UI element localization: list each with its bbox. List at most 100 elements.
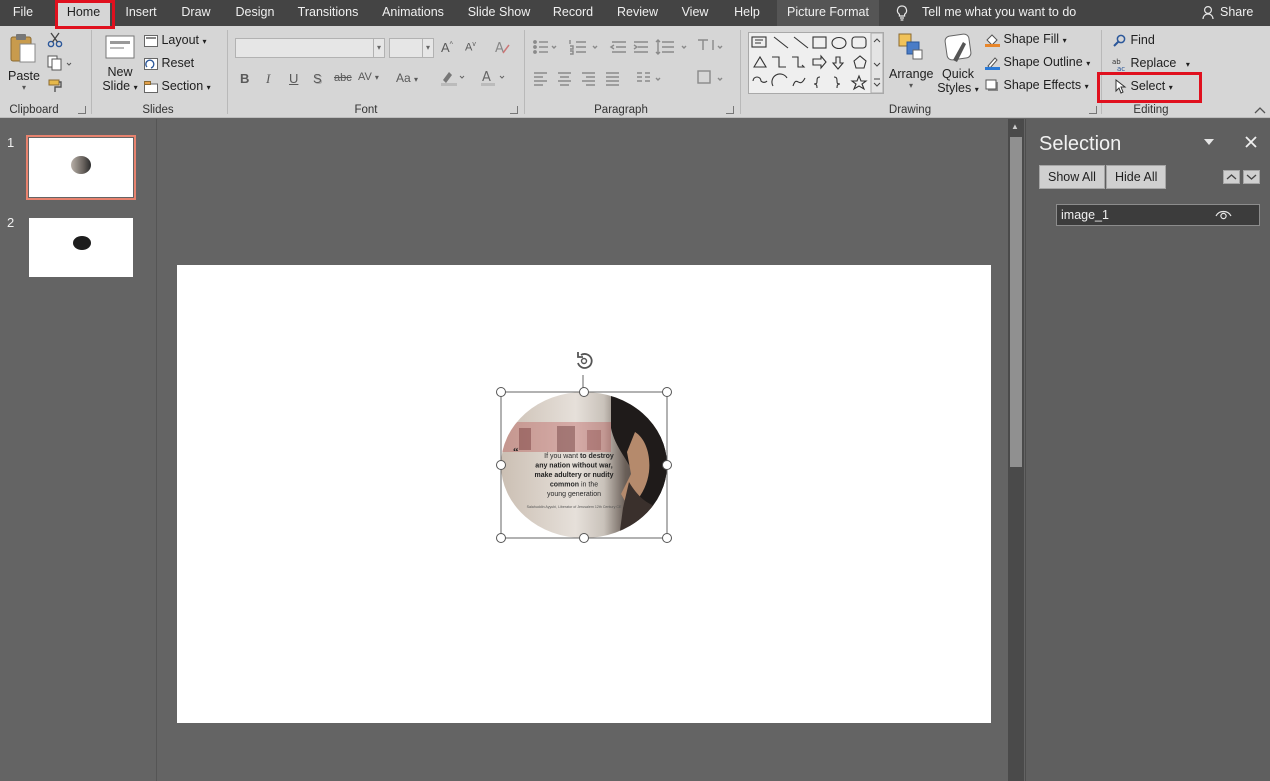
clipboard-launcher-icon[interactable] xyxy=(78,106,86,114)
tab-review[interactable]: Review xyxy=(610,0,665,26)
paragraph-controls-icon[interactable] xyxy=(532,38,732,96)
share-button[interactable]: Share xyxy=(1220,0,1253,26)
show-all-button[interactable]: Show All xyxy=(1039,165,1105,189)
resize-handle-right[interactable] xyxy=(662,460,672,470)
select-button[interactable]: Select ▾ xyxy=(1114,79,1173,94)
picture-image-1[interactable]: “ If you want to destroy any nation with… xyxy=(496,352,672,543)
home-ribbon: Paste ▾ Clipboard New Slide ▾ Layout ▾ R… xyxy=(0,26,1270,118)
shapes-gallery-icons[interactable] xyxy=(749,32,884,94)
tab-view[interactable]: View xyxy=(676,0,714,26)
slide-thumbnail-2[interactable] xyxy=(29,218,133,277)
replace-button[interactable]: ab ac Replace ▾ xyxy=(1112,56,1190,71)
tab-picture-format[interactable]: Picture Format xyxy=(777,0,879,26)
tab-animations[interactable]: Animations xyxy=(376,0,450,26)
resize-handle-bottom-left[interactable] xyxy=(496,533,506,543)
close-icon[interactable] xyxy=(1245,136,1257,148)
collapse-ribbon-icon[interactable] xyxy=(1254,106,1266,114)
font-launcher-icon[interactable] xyxy=(510,106,518,114)
send-backward-button[interactable] xyxy=(1243,170,1260,184)
decrease-font-size-icon[interactable]: Av xyxy=(465,41,476,54)
text-shadow-button[interactable]: S xyxy=(313,71,322,86)
lightbulb-icon xyxy=(896,5,908,21)
tell-me-search[interactable]: Tell me what you want to do xyxy=(922,0,1076,26)
cut-icon[interactable] xyxy=(47,32,63,48)
resize-handle-bottom-right[interactable] xyxy=(662,533,672,543)
resize-handle-top[interactable] xyxy=(579,387,589,397)
reset-button[interactable]: Reset xyxy=(144,56,194,70)
change-case-button[interactable]: Aa ▾ xyxy=(396,71,418,85)
shape-effects-button[interactable]: Shape Effects ▾ xyxy=(985,78,1089,93)
arrange-button[interactable]: Arrange ▾ xyxy=(889,32,933,90)
tab-design[interactable]: Design xyxy=(228,0,282,26)
hide-all-button[interactable]: Hide All xyxy=(1106,165,1167,189)
underline-button[interactable]: U xyxy=(289,71,298,86)
clear-formatting-icon[interactable]: A xyxy=(494,39,510,55)
rotate-handle-icon[interactable] xyxy=(572,349,596,373)
drawing-launcher-icon[interactable] xyxy=(1089,106,1097,114)
font-color-icon[interactable]: A xyxy=(480,69,506,87)
arrange-label: Arrange xyxy=(889,67,934,81)
section-dropdown-arrow: ▾ xyxy=(206,83,211,92)
visibility-eye-icon[interactable] xyxy=(1215,209,1232,221)
slides-group-label: Slides xyxy=(142,104,174,116)
bring-forward-button[interactable] xyxy=(1223,170,1240,184)
font-size-combobox[interactable]: ▾ xyxy=(389,38,434,58)
font-group-label: Font xyxy=(354,104,378,116)
copy-icon[interactable] xyxy=(47,55,73,71)
shape-effects-icon xyxy=(985,79,998,91)
shape-fill-button[interactable]: Shape Fill ▾ xyxy=(985,32,1067,47)
resize-handle-top-left[interactable] xyxy=(496,387,506,397)
resize-handle-bottom[interactable] xyxy=(579,533,589,543)
shape-outline-label: Shape Outline xyxy=(1003,55,1083,69)
highlight-color-icon[interactable] xyxy=(440,69,466,87)
font-size-dropdown-arrow[interactable]: ▾ xyxy=(422,39,433,57)
tab-file[interactable]: File xyxy=(4,0,42,26)
resize-handle-top-right[interactable] xyxy=(662,387,672,397)
section-button[interactable]: Section ▾ xyxy=(144,79,211,93)
quick-styles-button[interactable]: Quick Styles ▾ xyxy=(935,32,981,95)
shape-fill-dropdown-arrow: ▾ xyxy=(1062,36,1067,45)
layout-button[interactable]: Layout ▾ xyxy=(144,33,207,47)
tab-draw[interactable]: Draw xyxy=(176,0,216,26)
selection-item-label: image_1 xyxy=(1061,208,1109,222)
tab-record[interactable]: Record xyxy=(548,0,598,26)
font-name-combobox[interactable]: ▾ xyxy=(235,38,385,58)
bold-button[interactable]: B xyxy=(240,71,249,86)
pane-options-dropdown-icon[interactable] xyxy=(1204,139,1214,147)
quick-styles-label-line1: Quick xyxy=(942,67,974,81)
scroll-up-arrow-icon[interactable]: ▲ xyxy=(1011,122,1019,131)
tab-home[interactable]: Home xyxy=(57,0,110,26)
shape-effects-dropdown-arrow: ▾ xyxy=(1084,82,1089,91)
tab-transitions[interactable]: Transitions xyxy=(292,0,364,26)
character-spacing-button[interactable]: AV ▾ xyxy=(358,71,379,83)
paragraph-group-label: Paragraph xyxy=(594,104,648,116)
tab-insert[interactable]: Insert xyxy=(118,0,164,26)
shape-outline-button[interactable]: Shape Outline ▾ xyxy=(985,55,1090,70)
slide-number-2: 2 xyxy=(7,215,15,230)
shapes-gallery[interactable] xyxy=(748,32,884,94)
strikethrough-button[interactable]: abc xyxy=(334,72,352,84)
format-painter-icon[interactable] xyxy=(47,78,63,94)
current-slide[interactable]: “ If you want to destroy any nation with… xyxy=(177,265,991,723)
slide-thumbnail-pane: 1 2 xyxy=(0,119,157,781)
tab-help[interactable]: Help xyxy=(727,0,767,26)
canvas-vertical-scrollbar[interactable]: ▲ xyxy=(1008,119,1024,781)
paragraph-launcher-icon[interactable] xyxy=(726,106,734,114)
selection-item-image-1[interactable]: image_1 xyxy=(1056,204,1260,226)
resize-handle-left[interactable] xyxy=(496,460,506,470)
increase-font-size-icon[interactable]: A^ xyxy=(441,40,453,55)
find-button[interactable]: Find xyxy=(1112,33,1155,48)
font-name-dropdown-arrow[interactable]: ▾ xyxy=(373,39,384,57)
replace-dropdown-arrow: ▾ xyxy=(1185,60,1190,69)
paste-button[interactable]: Paste ▾ xyxy=(8,32,40,96)
slide-thumbnail-1[interactable] xyxy=(26,135,136,200)
pen-outline-icon xyxy=(985,56,1000,70)
tab-slideshow[interactable]: Slide Show xyxy=(462,0,536,26)
scrollbar-thumb[interactable] xyxy=(1010,137,1022,467)
new-slide-button[interactable]: New Slide ▾ xyxy=(100,32,140,98)
group-separator xyxy=(1101,30,1102,114)
paint-bucket-icon xyxy=(985,33,1000,47)
search-icon xyxy=(1113,34,1126,47)
quick-styles-label-line2: Styles ▾ xyxy=(935,81,981,95)
italic-button[interactable]: I xyxy=(266,71,270,87)
